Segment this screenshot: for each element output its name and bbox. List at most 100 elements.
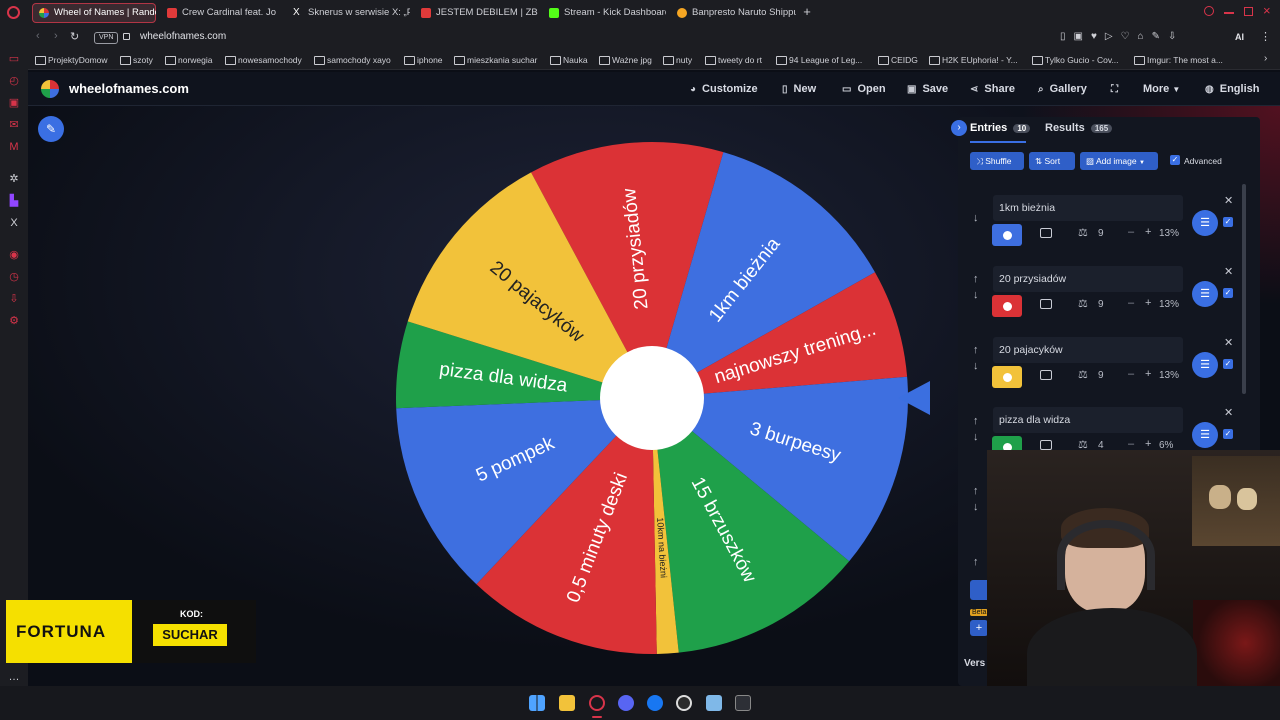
url-field[interactable]: wheelofnames.com bbox=[140, 31, 226, 42]
tab-wheel-of-names[interactable]: Wheel of Names | Random bbox=[32, 3, 156, 23]
vpn-badge[interactable]: VPN bbox=[94, 32, 119, 44]
close-window-icon[interactable]: × bbox=[1263, 3, 1271, 18]
entry-options-button[interactable]: ☰ bbox=[1192, 210, 1218, 236]
weight-decrease-button[interactable]: – bbox=[1128, 226, 1134, 238]
bookmark-item[interactable]: szoty bbox=[120, 53, 153, 67]
bookmark-item[interactable]: nowesamochody bbox=[225, 53, 302, 67]
file-explorer-icon[interactable] bbox=[559, 695, 575, 711]
downloads-icon[interactable]: ⇩ bbox=[7, 292, 21, 306]
tab-banpresto[interactable]: Banpresto Naruto Shippud bbox=[670, 3, 796, 23]
settings-icon[interactable]: ⚙ bbox=[7, 314, 21, 328]
advanced-checkbox[interactable]: ✓ bbox=[1170, 155, 1180, 165]
bookmark-item[interactable]: Imgur: The most a... bbox=[1134, 53, 1223, 67]
obs-icon[interactable] bbox=[676, 695, 692, 711]
move-up-icon[interactable]: ↑ bbox=[973, 556, 979, 568]
chatgpt-icon[interactable]: ✲ bbox=[7, 172, 21, 186]
weight-increase-button[interactable]: + bbox=[1145, 368, 1151, 380]
entry-enabled-checkbox[interactable]: ✓ bbox=[1223, 429, 1233, 439]
bookmark-item[interactable]: nuty bbox=[663, 53, 692, 67]
entry-enabled-checkbox[interactable]: ✓ bbox=[1223, 288, 1233, 298]
bookmark-item[interactable]: Nauka bbox=[550, 53, 588, 67]
entry-weight-value[interactable]: 9 bbox=[1098, 370, 1104, 381]
bookmark-item[interactable]: 94 League of Leg... bbox=[776, 53, 862, 67]
move-down-icon[interactable]: ↓ bbox=[973, 289, 979, 301]
entry-text-field[interactable]: 1km bieżnia bbox=[993, 195, 1183, 221]
move-down-icon[interactable]: ↓ bbox=[973, 360, 979, 372]
entry-color-swatch[interactable] bbox=[992, 295, 1022, 317]
entry-color-swatch[interactable] bbox=[992, 224, 1022, 246]
wheel-center-hub[interactable] bbox=[600, 346, 704, 450]
bookmark-item[interactable]: tweety do rt bbox=[705, 53, 762, 67]
forward-icon[interactable]: › bbox=[54, 30, 58, 42]
move-down-icon[interactable]: ↓ bbox=[973, 501, 979, 513]
twitch-icon[interactable]: ▙ bbox=[7, 194, 21, 208]
bookmark-item[interactable]: samochody xayo bbox=[314, 53, 391, 67]
weight-decrease-button[interactable]: – bbox=[1128, 297, 1134, 309]
add-image-button[interactable]: ▨ Add image ▼ bbox=[1080, 152, 1158, 170]
site-logo-icon[interactable] bbox=[41, 80, 59, 98]
move-up-icon[interactable]: ↑ bbox=[973, 415, 979, 427]
search-tabs-icon[interactable] bbox=[1204, 6, 1214, 16]
entry-options-button[interactable]: ☰ bbox=[1192, 422, 1218, 448]
entry-image-icon[interactable] bbox=[1040, 299, 1052, 309]
entry-weight-value[interactable]: 9 bbox=[1098, 228, 1104, 239]
more-sidebar-icon[interactable]: … bbox=[7, 670, 21, 684]
delete-entry-icon[interactable]: ✕ bbox=[1224, 265, 1233, 278]
entry-enabled-checkbox[interactable]: ✓ bbox=[1223, 359, 1233, 369]
terminal-icon[interactable] bbox=[735, 695, 751, 711]
entry-weight-value[interactable]: 9 bbox=[1098, 299, 1104, 310]
bookmark-item[interactable]: CEIDG bbox=[878, 53, 918, 67]
tab-entries[interactable]: Entries 10 bbox=[970, 122, 1031, 134]
weight-decrease-button[interactable]: – bbox=[1128, 368, 1134, 380]
sort-button[interactable]: ⇅ Sort bbox=[1029, 152, 1075, 170]
delete-entry-icon[interactable]: ✕ bbox=[1224, 336, 1233, 349]
tab-kick-dashboard[interactable]: Stream - Kick Dashboard bbox=[542, 3, 666, 23]
bookmarks-more-icon[interactable]: › bbox=[1264, 53, 1267, 64]
customize-button[interactable]: ◕ Customize bbox=[690, 82, 758, 97]
tab-results[interactable]: Results 165 bbox=[1045, 122, 1113, 134]
gallery-button[interactable]: ⌕ Gallery bbox=[1038, 82, 1087, 97]
history-icon[interactable]: ◴ bbox=[7, 74, 21, 88]
weight-increase-button[interactable]: + bbox=[1145, 226, 1151, 238]
delete-entry-icon[interactable]: ✕ bbox=[1224, 194, 1233, 207]
entry-color-swatch[interactable] bbox=[992, 366, 1022, 388]
more-button[interactable]: More ▼ bbox=[1143, 82, 1180, 97]
delete-entry-icon[interactable]: ✕ bbox=[1224, 406, 1233, 419]
weight-increase-button[interactable]: + bbox=[1145, 438, 1151, 450]
menu-icon[interactable]: ⋮ bbox=[1260, 30, 1271, 43]
reload-icon[interactable]: ↻ bbox=[70, 30, 79, 43]
messenger-icon[interactable]: ✉ bbox=[7, 118, 21, 132]
entry-options-button[interactable]: ☰ bbox=[1192, 352, 1218, 378]
entry-text-field[interactable]: 20 pajacyków bbox=[993, 337, 1183, 363]
maximize-icon[interactable] bbox=[1244, 7, 1253, 16]
edit-wheel-button[interactable]: ✎ bbox=[38, 116, 64, 142]
weight-decrease-button[interactable]: – bbox=[1128, 438, 1134, 450]
move-up-icon[interactable]: ↑ bbox=[973, 344, 979, 356]
move-up-icon[interactable]: ↑ bbox=[973, 273, 979, 285]
opera-taskbar-icon[interactable] bbox=[589, 695, 605, 711]
move-down-icon[interactable]: ↓ bbox=[973, 431, 979, 443]
new-tab-button[interactable]: + bbox=[800, 5, 814, 19]
tab-sknerus[interactable]: X Sknerus w serwisie X: „P bbox=[286, 3, 410, 23]
new-button[interactable]: ▯ New bbox=[782, 82, 816, 97]
player-icon[interactable]: ◉ bbox=[7, 248, 21, 262]
language-button[interactable]: ◍ English bbox=[1205, 82, 1259, 97]
entry-image-icon[interactable] bbox=[1040, 440, 1052, 450]
shuffle-button[interactable]: ⤨ Shuffle bbox=[970, 152, 1024, 170]
add-entry-button[interactable]: + bbox=[970, 620, 988, 636]
bookmark-item[interactable]: Tylko Gucio - Cov... bbox=[1032, 53, 1119, 67]
entries-scrollbar[interactable] bbox=[1242, 184, 1246, 394]
tab-crew-cardinal[interactable]: Crew Cardinal feat. Jo bbox=[160, 3, 282, 23]
bookmark-item[interactable]: ProjektyDomow bbox=[35, 53, 108, 67]
entry-text-field[interactable]: pizza dla widza bbox=[993, 407, 1183, 433]
windows-start-icon[interactable] bbox=[529, 695, 545, 711]
speed-dial-icon[interactable]: ▭ bbox=[7, 52, 21, 66]
minimize-icon[interactable] bbox=[1224, 12, 1234, 14]
gmail-icon[interactable]: M bbox=[7, 140, 21, 154]
tab-jestem-debilem[interactable]: JESTEM DEBILEM | ZBUD bbox=[414, 3, 538, 23]
ai-button[interactable]: AI bbox=[1235, 32, 1244, 42]
entry-enabled-checkbox[interactable]: ✓ bbox=[1223, 217, 1233, 227]
facebook-icon[interactable] bbox=[647, 695, 663, 711]
site-logo-text[interactable]: wheelofnames.com bbox=[69, 81, 189, 96]
clock-icon[interactable]: ◷ bbox=[7, 270, 21, 284]
